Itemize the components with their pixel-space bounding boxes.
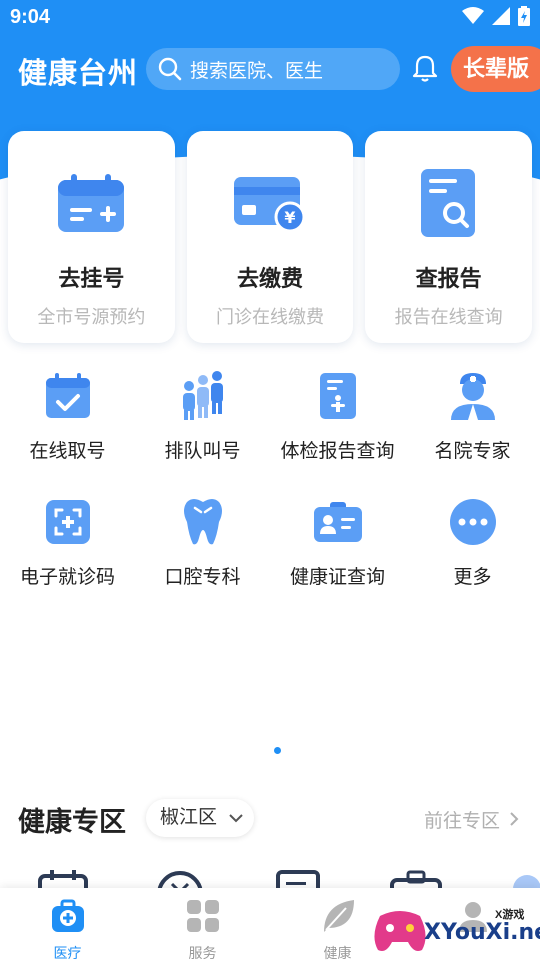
- service-label: 电子就诊码: [19, 567, 115, 588]
- doctor-icon: [450, 373, 495, 420]
- page-indicator-dot: [274, 747, 281, 754]
- status-time: 9:04: [10, 6, 51, 28]
- search-placeholder: 搜索医院、医生: [190, 60, 324, 82]
- top-bar: 健康台州 搜索医院、医生 长辈版: [0, 42, 540, 98]
- service-checkup-report[interactable]: 体检报告查询: [270, 366, 405, 463]
- medical-kit-icon: [51, 899, 84, 932]
- card-payment-icon: ¥: [234, 177, 306, 233]
- wifi-icon: [462, 7, 484, 24]
- service-label: 在线取号: [29, 441, 106, 462]
- payment-title: 去缴费: [237, 266, 304, 291]
- health-card-icon: [313, 502, 362, 542]
- service-famous-doctors[interactable]: 名院专家: [405, 366, 540, 463]
- district-selector[interactable]: 椒江区: [146, 799, 254, 837]
- service-health-certificate[interactable]: 健康证查询: [270, 492, 405, 589]
- calendar-check-icon: [45, 373, 90, 418]
- report-title: 查报告: [415, 266, 482, 291]
- battery-icon: [518, 6, 530, 26]
- register-title: 去挂号: [58, 266, 125, 291]
- grid-icon: [186, 900, 219, 932]
- service-label: 更多: [453, 567, 492, 588]
- checkup-report-icon: [319, 373, 356, 419]
- tab-medical[interactable]: 医疗: [0, 888, 135, 960]
- qr-scan-icon: [45, 500, 90, 544]
- payment-card[interactable]: ¥ 去缴费 门诊在线缴费: [186, 131, 354, 343]
- service-e-medical-code[interactable]: 电子就诊码: [0, 492, 135, 589]
- report-card[interactable]: 查报告 报告在线查询: [365, 131, 533, 343]
- service-more[interactable]: 更多: [405, 492, 540, 589]
- calendar-add-icon: [58, 174, 125, 232]
- services-row-1: 在线取号 排队叫号 体检报告查询 名院专家: [0, 366, 540, 463]
- bell-icon[interactable]: [412, 54, 438, 82]
- register-subtitle: 全市号源预约: [37, 307, 146, 327]
- status-bar: 9:04: [0, 0, 540, 36]
- register-card[interactable]: 去挂号 全市号源预约: [8, 131, 175, 343]
- district-value: 椒江区: [160, 807, 218, 828]
- search-input[interactable]: 搜索医院、医生: [146, 48, 400, 90]
- app-title: 健康台州: [18, 58, 139, 90]
- service-label: 口腔专科: [164, 567, 241, 588]
- service-label: 排队叫号: [164, 441, 241, 462]
- status-icons: [462, 6, 530, 26]
- service-label: 健康证查询: [289, 567, 385, 588]
- health-zone-header: 健康专区 椒江区 前往专区: [0, 796, 540, 840]
- report-subtitle: 报告在线查询: [394, 307, 503, 327]
- watermark: X游戏 XYouXi.net: [370, 900, 540, 960]
- tab-label: 医疗: [53, 945, 82, 960]
- service-label: 名院专家: [434, 441, 511, 462]
- tab-services[interactable]: 服务: [135, 888, 270, 960]
- chevron-down-icon: [229, 814, 244, 823]
- leaf-icon: [323, 900, 354, 932]
- service-queue[interactable]: 排队叫号: [135, 366, 270, 463]
- queue-people-icon: [182, 371, 223, 420]
- main-cards: 去挂号 全市号源预约 ¥ 去缴费 门诊在线缴费 查报告 报告在线查询: [8, 131, 533, 343]
- gamepad-logo-icon: [374, 911, 426, 951]
- services-row-2: 电子就诊码 口腔专科 健康证查询 更多: [0, 492, 540, 589]
- watermark-text: XYouXi.net: [424, 920, 540, 945]
- tab-label: 服务: [188, 945, 217, 960]
- elder-mode-button[interactable]: 长辈版: [451, 46, 540, 92]
- service-dental[interactable]: 口腔专科: [135, 492, 270, 589]
- service-label: 体检报告查询: [280, 441, 395, 462]
- go-zone-label: 前往专区: [424, 811, 501, 832]
- svg-text:¥: ¥: [284, 208, 295, 227]
- signal-icon: [492, 7, 510, 25]
- chevron-right-icon: [510, 812, 519, 826]
- more-icon: [449, 499, 496, 545]
- go-zone-link[interactable]: 前往专区: [424, 806, 519, 833]
- service-online-ticket[interactable]: 在线取号: [0, 366, 135, 463]
- search-icon: [158, 57, 182, 81]
- tooth-icon: [183, 499, 222, 545]
- payment-subtitle: 门诊在线缴费: [216, 307, 324, 327]
- zone-title: 健康专区: [18, 807, 126, 837]
- report-search-icon: [420, 169, 475, 237]
